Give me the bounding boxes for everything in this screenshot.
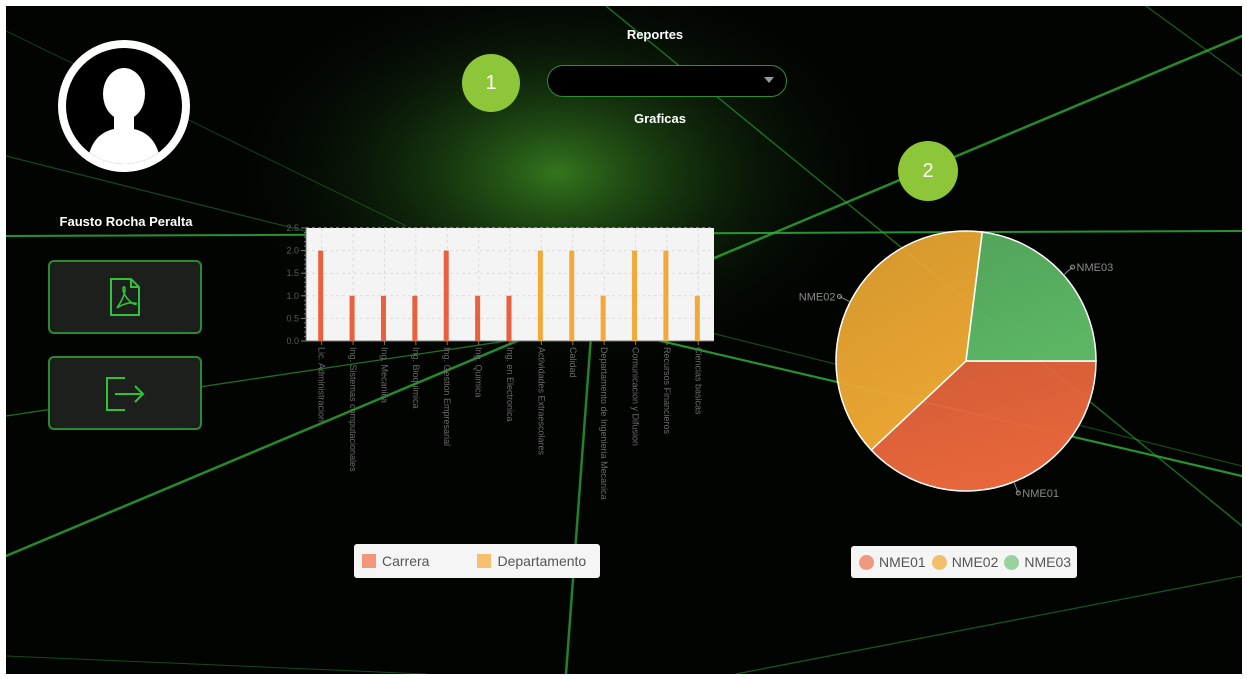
x-tick-label: Comunicacion y Difusion [631,347,641,446]
bar-carrera[interactable] [318,250,324,341]
bar-carrera[interactable] [475,295,481,341]
pie-label-dot [836,294,842,300]
legend-label: Departamento [497,553,587,569]
y-tick-label: 1.5 [286,268,299,278]
legend-swatch [1004,554,1020,570]
legend-swatch [931,554,947,570]
pie-chart-legend: NME01 NME02 NME03 [851,546,1077,578]
legend-swatch [477,554,492,568]
pdf-file-icon [110,278,140,316]
bar-departamento[interactable] [537,250,543,341]
app-window: Fausto Rocha Peralta Reportes 1 Graficas… [6,6,1242,674]
pie-chart: NME01 NME02 NME03 [799,230,1114,500]
legend-label: Carrera [382,553,430,569]
y-tick-label: 0.0 [286,336,299,346]
logout-button[interactable] [48,356,202,430]
pie-slice-nme03[interactable] [965,231,1097,362]
x-tick-label: Ing. en Electronica [505,347,515,422]
bar-carrera[interactable] [412,295,418,341]
legend-item-nme01: NME01 [859,554,926,570]
pie-slice-label: NME03 [1077,262,1114,274]
bar-carrera[interactable] [506,295,512,341]
bar-chart-legend: Carrera Departamento [354,544,600,578]
x-tick-label: Recursos Financieros [662,347,672,435]
x-tick-label: Ing. Quimica [474,347,484,398]
report-select[interactable] [547,65,787,97]
bar-carrera[interactable] [380,295,386,341]
x-tick-label: Departamento de Ingenieria Mecanica [599,347,609,500]
x-tick-label: Ing. Sistemas computacionales [348,347,358,472]
legend-swatch [362,554,376,568]
bar-departamento[interactable] [600,295,606,341]
legend-label: NME02 [951,554,999,570]
x-tick-label: Calidad [568,347,578,378]
reportes-label: Reportes [626,27,684,42]
legend-item-carrera: Carrera [362,553,429,569]
x-tick-label: Actividades Extraescolares [536,347,546,456]
exit-arrow-icon [106,377,145,411]
legend-item-departamento: Departamento [477,553,586,569]
legend-item-nme03: NME03 [1004,554,1071,570]
y-tick-label: 2.5 [286,223,299,233]
y-tick-label: 0.5 [286,313,299,323]
export-pdf-button[interactable] [48,260,202,334]
user-avatar-icon [58,40,190,172]
bar-departamento[interactable] [632,250,638,341]
bar-carrera[interactable] [443,250,449,341]
y-tick-label: 2.0 [286,246,299,256]
y-tick-label: 1.0 [286,291,299,301]
chevron-down-icon [764,77,774,83]
legend-swatch [859,554,874,570]
legend-label: NME01 [879,554,926,570]
pie-slice-label: NME02 [799,292,836,304]
bar-departamento[interactable] [663,250,669,341]
x-tick-label: Ciencias basicas [693,347,703,415]
pie-slice-label: NME01 [1022,488,1059,500]
legend-label: NME03 [1024,554,1072,570]
bar-carrera[interactable] [349,295,355,341]
x-tick-label: Ing. Mecanica [379,347,389,403]
x-tick-label: Ing. Bioquimica [411,347,421,409]
bar-departamento[interactable] [694,295,700,341]
graficas-label: Graficas [633,111,687,126]
x-tick-label: Lic. Administracion [317,347,327,422]
legend-item-nme02: NME02 [931,554,999,570]
step-badge-2: 2 [898,141,958,201]
bar-departamento[interactable] [569,250,575,341]
bar-chart: 0.0 0.5 1.0 1.5 2.0 2.5 Lic. Administracion Ing… [286,223,714,500]
user-name: Fausto Rocha Peralta [59,214,193,229]
step-badge-1: 1 [462,54,520,112]
x-tick-label: Ing. Gestion Empresarial [442,347,452,446]
